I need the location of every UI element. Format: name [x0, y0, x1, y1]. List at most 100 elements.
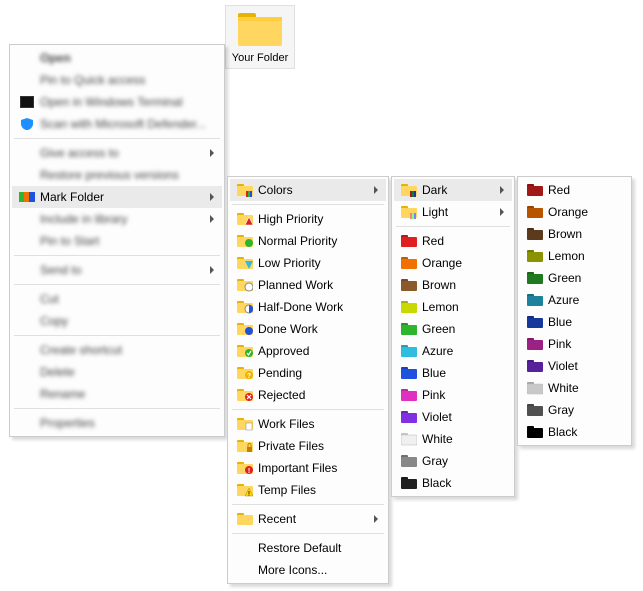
folder-white-icon — [398, 431, 420, 447]
menu-color-brown[interactable]: Brown — [394, 274, 512, 296]
folder-pending-icon: ? — [234, 365, 256, 381]
folder-red-icon — [398, 233, 420, 249]
folder-azure-icon — [524, 292, 546, 308]
menu-color-green[interactable]: Green — [520, 267, 629, 289]
folder-temp-icon: ! — [234, 482, 256, 498]
folder-green-icon — [398, 321, 420, 337]
menu-restore-versions[interactable]: Restore previous versions — [12, 164, 222, 186]
menu-delete[interactable]: Delete — [12, 361, 222, 383]
folder-approved-icon — [234, 343, 256, 359]
menu-color-orange[interactable]: Orange — [520, 201, 629, 223]
folder-icon — [236, 10, 284, 48]
folder-blue-icon — [524, 314, 546, 330]
menu-color-azure[interactable]: Azure — [520, 289, 629, 311]
menu-color-gray[interactable]: Gray — [520, 399, 629, 421]
chevron-right-icon — [374, 515, 378, 523]
menu-pending[interactable]: ?Pending — [230, 362, 386, 384]
context-menu-main: Open Pin to Quick access Open in Windows… — [9, 44, 225, 437]
folder-azure-icon — [398, 343, 420, 359]
folder-blue-icon — [398, 365, 420, 381]
folder-white-icon — [524, 380, 546, 396]
menu-important-files[interactable]: !Important Files — [230, 457, 386, 479]
chevron-right-icon — [500, 208, 504, 216]
menu-color-pink[interactable]: Pink — [520, 333, 629, 355]
separator — [14, 335, 220, 336]
folder-black-icon — [524, 424, 546, 440]
menu-color-white[interactable]: White — [520, 377, 629, 399]
menu-work-files[interactable]: Work Files — [230, 413, 386, 435]
menu-temp-files[interactable]: !Temp Files — [230, 479, 386, 501]
menu-color-black[interactable]: Black — [520, 421, 629, 443]
shield-icon — [16, 116, 38, 132]
desktop-folder[interactable]: Your Folder — [225, 5, 295, 69]
menu-color-red[interactable]: Red — [520, 179, 629, 201]
menu-dark[interactable]: Dark — [394, 179, 512, 201]
folder-icon — [234, 182, 256, 198]
submenu-mark-folder: Colors High Priority Normal Priority Low… — [227, 176, 389, 584]
menu-create-shortcut[interactable]: Create shortcut — [12, 339, 222, 361]
menu-private-files[interactable]: Private Files — [230, 435, 386, 457]
folder-half-done-icon — [234, 299, 256, 315]
folder-priority-low-icon — [234, 255, 256, 271]
menu-color-gray[interactable]: Gray — [394, 450, 512, 472]
menu-colors[interactable]: Colors — [230, 179, 386, 201]
desktop-folder-label: Your Folder — [232, 52, 288, 64]
menu-color-red[interactable]: Red — [394, 230, 512, 252]
menu-recent[interactable]: Recent — [230, 508, 386, 530]
menu-give-access[interactable]: Give access to — [12, 142, 222, 164]
menu-color-lemon[interactable]: Lemon — [394, 296, 512, 318]
folder-pink-icon — [524, 336, 546, 352]
menu-high-priority[interactable]: High Priority — [230, 208, 386, 230]
menu-planned-work[interactable]: Planned Work — [230, 274, 386, 296]
svg-text:?: ? — [247, 373, 251, 380]
menu-light[interactable]: Light — [394, 201, 512, 223]
folder-light-icon — [398, 204, 420, 220]
menu-include-library[interactable]: Include in library — [12, 208, 222, 230]
folder-rejected-icon — [234, 387, 256, 403]
menu-low-priority[interactable]: Low Priority — [230, 252, 386, 274]
chevron-right-icon — [210, 193, 214, 201]
menu-restore-default[interactable]: Restore Default — [230, 537, 386, 559]
menu-more-icons[interactable]: More Icons... — [230, 559, 386, 581]
menu-color-azure[interactable]: Azure — [394, 340, 512, 362]
menu-color-orange[interactable]: Orange — [394, 252, 512, 274]
chevron-right-icon — [500, 186, 504, 194]
folder-violet-icon — [524, 358, 546, 374]
folder-pink-icon — [398, 387, 420, 403]
menu-pin-quick-access[interactable]: Pin to Quick access — [12, 69, 222, 91]
separator — [232, 504, 384, 505]
menu-color-white[interactable]: White — [394, 428, 512, 450]
menu-pin-start[interactable]: Pin to Start — [12, 230, 222, 252]
menu-color-violet[interactable]: Violet — [520, 355, 629, 377]
menu-copy[interactable]: Copy — [12, 310, 222, 332]
menu-rename[interactable]: Rename — [12, 383, 222, 405]
menu-color-brown[interactable]: Brown — [520, 223, 629, 245]
separator — [396, 226, 510, 227]
svg-text:!: ! — [248, 468, 250, 475]
menu-color-black[interactable]: Black — [394, 472, 512, 494]
menu-color-lemon[interactable]: Lemon — [520, 245, 629, 267]
menu-color-blue[interactable]: Blue — [520, 311, 629, 333]
separator — [232, 409, 384, 410]
menu-mark-folder[interactable]: Mark Folder — [12, 186, 222, 208]
menu-color-violet[interactable]: Violet — [394, 406, 512, 428]
menu-properties[interactable]: Properties — [12, 412, 222, 434]
menu-done-work[interactable]: Done Work — [230, 318, 386, 340]
folder-gray-icon — [524, 402, 546, 418]
menu-send-to[interactable]: Send to — [12, 259, 222, 281]
submenu-colors: Dark Light RedOrangeBrownLemonGreenAzure… — [391, 176, 515, 497]
folder-brown-icon — [398, 277, 420, 293]
folder-done-icon — [234, 321, 256, 337]
menu-open[interactable]: Open — [12, 47, 222, 69]
menu-color-pink[interactable]: Pink — [394, 384, 512, 406]
menu-cut[interactable]: Cut — [12, 288, 222, 310]
submenu-dark-colors: RedOrangeBrownLemonGreenAzureBluePinkVio… — [517, 176, 632, 446]
menu-scan-defender[interactable]: Scan with Microsoft Defender... — [12, 113, 222, 135]
menu-open-terminal[interactable]: Open in Windows Terminal — [12, 91, 222, 113]
menu-color-green[interactable]: Green — [394, 318, 512, 340]
menu-normal-priority[interactable]: Normal Priority — [230, 230, 386, 252]
menu-color-blue[interactable]: Blue — [394, 362, 512, 384]
menu-rejected[interactable]: Rejected — [230, 384, 386, 406]
menu-approved[interactable]: Approved — [230, 340, 386, 362]
menu-half-done[interactable]: Half-Done Work — [230, 296, 386, 318]
